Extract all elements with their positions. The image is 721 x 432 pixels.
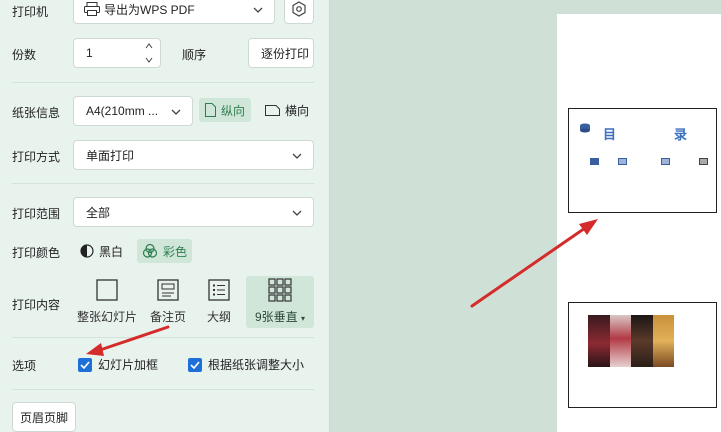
paper-size-value: A4(210mm ... [86, 104, 159, 118]
color-palette-icon [142, 243, 158, 259]
notes-page-icon [157, 276, 179, 304]
content-item-label: 整张幻灯片 [76, 310, 137, 324]
database-icon [579, 123, 591, 133]
chevron-down-icon [170, 106, 182, 118]
chevron-down-icon [252, 4, 264, 16]
content-item-label: 备注页 [149, 310, 186, 324]
content-item-label: 9张垂直 [254, 310, 298, 324]
print-color-label: 打印颜色 [12, 246, 61, 260]
toc-item-icon [661, 158, 670, 165]
print-settings-panel: 打印机 导出为WPS PDF 份数 1 顺序 逐份打印 纸张信息 A4(210m… [0, 0, 330, 432]
chevron-down-icon [291, 150, 303, 162]
copies-value: 1 [86, 46, 93, 60]
print-range-value: 全部 [86, 205, 111, 220]
gear-icon [291, 1, 307, 17]
printer-icon [84, 2, 100, 16]
slide-photo [609, 315, 631, 367]
frame-slides-checkbox[interactable]: 幻灯片加框 [78, 356, 158, 373]
copies-label: 份数 [12, 48, 37, 62]
slide-title-left: 目 [603, 127, 617, 142]
portrait-button[interactable]: 纵向 [199, 98, 252, 122]
fit-paper-checkbox[interactable]: 根据纸张调整大小 [188, 356, 304, 373]
stepper-down-icon[interactable] [145, 57, 153, 63]
order-label: 顺序 [182, 48, 207, 62]
paper-label: 纸张信息 [12, 106, 61, 120]
content-handout-9-vertical-option[interactable]: 9张垂直 ▾ [246, 276, 314, 328]
print-mode-value: 单面打印 [86, 148, 135, 163]
preview-slide-thumbnail: 目 录 [568, 108, 717, 213]
color-label: 彩色 [163, 244, 188, 259]
printer-properties-button[interactable] [284, 0, 314, 24]
handout-label-wrap: 9张垂直 ▾ [255, 308, 305, 325]
mono-label: 黑白 [99, 244, 124, 259]
slide-photo [631, 315, 653, 367]
landscape-page-icon [265, 104, 280, 116]
chevron-down-icon: ▾ [301, 314, 306, 323]
header-footer-button[interactable]: 页眉页脚 [12, 402, 76, 432]
check-icon [78, 357, 92, 372]
portrait-page-icon [205, 103, 216, 117]
copies-stepper[interactable]: 1 [73, 38, 161, 68]
fit-paper-label: 根据纸张调整大小 [208, 358, 305, 372]
printer-select[interactable]: 导出为WPS PDF [73, 0, 275, 24]
print-mode-select[interactable]: 单面打印 [73, 140, 314, 170]
content-notes-option[interactable]: 备注页 [148, 276, 188, 328]
divider [12, 389, 314, 390]
options-label: 选项 [12, 359, 37, 373]
full-color-button[interactable]: 彩色 [137, 239, 193, 263]
toc-item-icon [699, 158, 708, 165]
preview-slide-thumbnail [568, 302, 717, 408]
divider [12, 337, 314, 338]
order-value: 逐份打印 [261, 46, 310, 61]
mono-color-button[interactable]: 黑白 [75, 239, 128, 263]
divider [12, 82, 314, 83]
outline-list-icon [208, 276, 230, 304]
check-icon [188, 357, 202, 372]
half-circle-icon [80, 244, 94, 258]
slide-photo [652, 315, 674, 367]
stepper-up-icon[interactable] [145, 43, 153, 49]
chevron-down-icon [291, 207, 303, 219]
print-range-label: 打印范围 [12, 207, 61, 221]
content-item-label: 大纲 [206, 310, 231, 324]
grid-nine-icon [268, 276, 292, 304]
order-select[interactable]: 逐份打印 [248, 38, 314, 68]
content-full-slide-option[interactable]: 整张幻灯片 [76, 276, 138, 328]
slide-title-right: 录 [674, 127, 688, 142]
landscape-button[interactable]: 横向 [259, 98, 315, 122]
toc-item-icon [618, 158, 627, 165]
portrait-label: 纵向 [221, 103, 246, 118]
paper-size-select[interactable]: A4(210mm ... [73, 96, 193, 126]
slide-image-strip [588, 315, 674, 367]
print-mode-label: 打印方式 [12, 150, 61, 164]
printer-label: 打印机 [12, 5, 49, 19]
toc-item-icon [590, 158, 599, 165]
full-slide-icon [96, 276, 118, 304]
printer-value: 导出为WPS PDF [104, 2, 195, 17]
frame-slides-label: 幻灯片加框 [98, 358, 159, 372]
print-content-label: 打印内容 [12, 298, 61, 312]
print-range-select[interactable]: 全部 [73, 197, 314, 227]
divider [12, 183, 314, 184]
slide-photo [588, 315, 610, 367]
landscape-label: 横向 [285, 103, 310, 118]
content-outline-option[interactable]: 大纲 [203, 276, 235, 328]
